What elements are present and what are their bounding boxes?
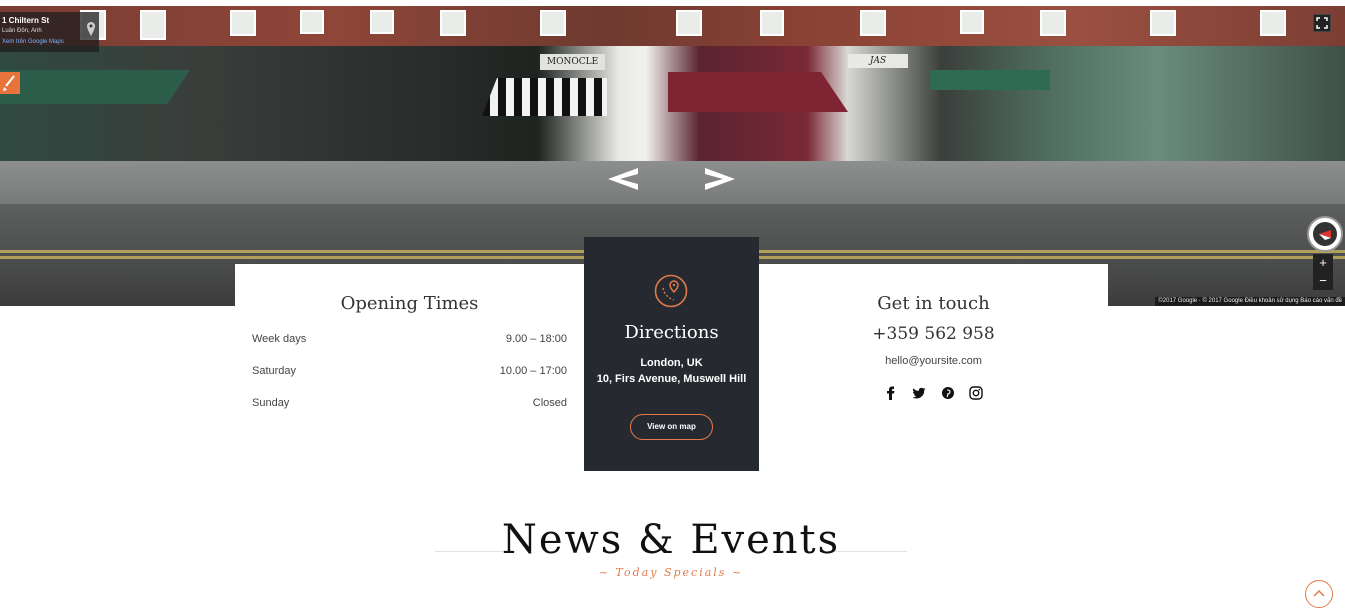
map-attribution[interactable]: ©2017 Google · © 2017 Google Điều khoản … bbox=[1155, 297, 1345, 306]
shop-sign: JAS bbox=[848, 54, 908, 68]
compass-icon[interactable] bbox=[1307, 216, 1343, 252]
social-links bbox=[759, 384, 1108, 402]
news-events-title: News & Events bbox=[501, 517, 841, 563]
window bbox=[960, 10, 984, 34]
chevron-up-icon bbox=[1313, 589, 1325, 597]
window bbox=[440, 10, 466, 36]
contact-panel: Get in touch +359 562 958 hello@yoursite… bbox=[759, 264, 1108, 434]
view-on-google-maps-link[interactable]: Xem trên Google Maps bbox=[2, 39, 64, 45]
green-awning bbox=[930, 70, 1050, 90]
phone-number[interactable]: +359 562 958 bbox=[759, 324, 1108, 344]
window bbox=[370, 10, 394, 34]
window bbox=[1260, 10, 1286, 36]
window bbox=[860, 10, 886, 36]
place-name: 1 Chiltern St bbox=[2, 16, 50, 25]
place-location: Luân Đôn, Anh bbox=[2, 28, 42, 34]
opening-times-panel: Opening Times Week days 9.00 – 18:00 Sat… bbox=[235, 264, 584, 434]
hours-time: 9.00 – 18:00 bbox=[505, 333, 567, 345]
arrow-left-icon[interactable] bbox=[604, 166, 640, 192]
window bbox=[300, 10, 324, 34]
fullscreen-icon[interactable] bbox=[1313, 14, 1331, 32]
address-street: 10, Firs Avenue, Muswell Hill bbox=[596, 373, 747, 385]
facebook-icon[interactable] bbox=[884, 386, 898, 400]
zoom-out-button[interactable]: − bbox=[1313, 272, 1333, 290]
directions-panel: Directions London, UK 10, Firs Avenue, M… bbox=[584, 237, 759, 471]
address-city: London, UK bbox=[640, 357, 703, 369]
brush-icon[interactable] bbox=[0, 72, 20, 94]
window bbox=[230, 10, 256, 36]
green-awning bbox=[0, 70, 190, 104]
hours-day: Sunday bbox=[252, 397, 290, 409]
map-pin-icon bbox=[87, 22, 95, 36]
opening-times-title: Opening Times bbox=[340, 293, 479, 314]
window bbox=[676, 10, 702, 36]
hours-time: 10.00 – 17:00 bbox=[499, 365, 567, 377]
hours-time: Closed bbox=[532, 397, 567, 409]
zoom-in-button[interactable]: + bbox=[1313, 254, 1333, 272]
hours-day: Week days bbox=[252, 333, 307, 345]
sidewalk bbox=[0, 161, 1345, 206]
arrow-right-icon[interactable] bbox=[703, 166, 739, 192]
hours-day: Saturday bbox=[252, 365, 297, 377]
window bbox=[1150, 10, 1176, 36]
window bbox=[1040, 10, 1066, 36]
view-on-map-button[interactable]: View on map bbox=[630, 414, 713, 440]
email-address[interactable]: hello@yoursite.com bbox=[759, 355, 1108, 367]
map-location-icon bbox=[654, 274, 688, 308]
directions-title: Directions bbox=[624, 322, 719, 343]
map-info-card: 1 Chiltern St Luân Đôn, Anh Xem trên Goo… bbox=[0, 12, 99, 52]
shop-sign: MONOCLE bbox=[540, 54, 605, 70]
news-events-subtitle: ~ Today Specials ~ bbox=[598, 566, 744, 579]
striped-awning bbox=[482, 78, 607, 116]
red-awning bbox=[668, 72, 848, 112]
pinterest-icon[interactable] bbox=[941, 386, 955, 400]
contact-title: Get in touch bbox=[877, 293, 990, 314]
hours-row: Saturday 10.00 – 17:00 bbox=[252, 365, 567, 381]
twitter-icon[interactable] bbox=[912, 386, 926, 400]
news-events-section: News & Events ~ Today Specials ~ bbox=[435, 515, 907, 579]
window bbox=[540, 10, 566, 36]
instagram-icon[interactable] bbox=[969, 386, 983, 400]
window bbox=[140, 10, 166, 40]
back-to-top-button[interactable] bbox=[1305, 580, 1333, 608]
hours-row: Week days 9.00 – 18:00 bbox=[252, 333, 567, 349]
window bbox=[760, 10, 784, 36]
hours-row: Sunday Closed bbox=[252, 397, 567, 413]
